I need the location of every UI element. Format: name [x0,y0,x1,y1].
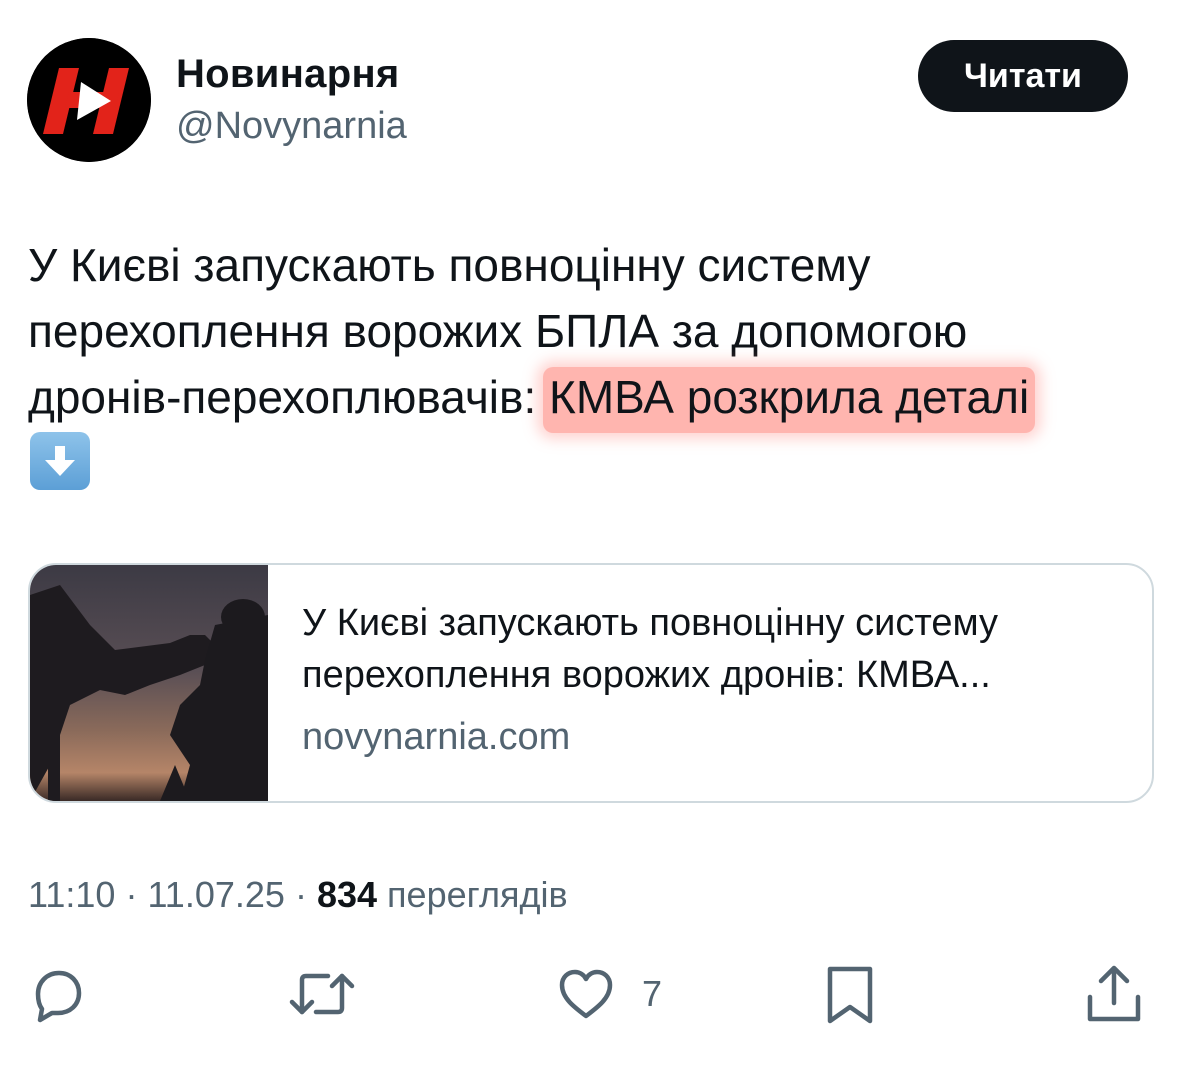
account-handle[interactable]: @Novynarnia [176,103,407,149]
tweet-text-segment: дронів-перехоплювачів: [28,371,550,423]
display-name[interactable]: Новинарня [176,50,400,98]
avatar[interactable] [27,38,151,162]
reply-button[interactable] [28,963,88,1025]
highlighted-text: КМВА розкрила деталі [543,367,1036,433]
card-title: У Києві запускають повноцінну систему пе… [302,597,1132,701]
views-count: 834 [316,874,378,915]
down-arrow-emoji-icon [30,432,90,490]
like-button[interactable]: 7 [556,963,662,1025]
tweet-meta: 11:10 · 11.07.25 · 834 переглядів [28,870,568,920]
share-icon [1087,965,1141,1022]
tweet-text-line: У Києві запускають повноцінну систему [28,239,871,291]
card-title-line: У Києві запускають повноцінну систему [302,602,999,644]
tweet-text-line: дронів-перехоплювачів: КМВА розкрила дет… [28,364,1148,433]
like-icon [559,969,613,1019]
tweet-date[interactable]: 11.07.25 [147,874,284,915]
share-button[interactable] [1084,963,1144,1025]
bookmark-button[interactable] [822,963,878,1025]
novynarnia-logo-icon [27,38,151,162]
tweet-text: У Києві запускають повноцінну систему пе… [28,232,1148,433]
card-domain: novynarnia.com [302,716,571,758]
reply-icon [35,970,82,1023]
card-title-line: перехоплення ворожих дронів: КМВА... [302,654,991,696]
like-count: 7 [642,973,663,1014]
read-button[interactable]: Читати [918,40,1128,112]
views-label: переглядів [387,874,568,915]
tweet-text-line: перехоплення ворожих БПЛА за допомогою [28,305,968,357]
soldier-silhouette-image [30,565,268,801]
tweet-time[interactable]: 11:10 [28,874,115,915]
retweet-button[interactable] [288,963,356,1025]
bookmark-icon [827,966,873,1024]
retweet-icon [289,973,355,1015]
meta-separator: · [294,874,307,915]
meta-separator: · [125,874,138,915]
link-preview-card[interactable]: У Києві запускають повноцінну систему пе… [28,563,1154,803]
